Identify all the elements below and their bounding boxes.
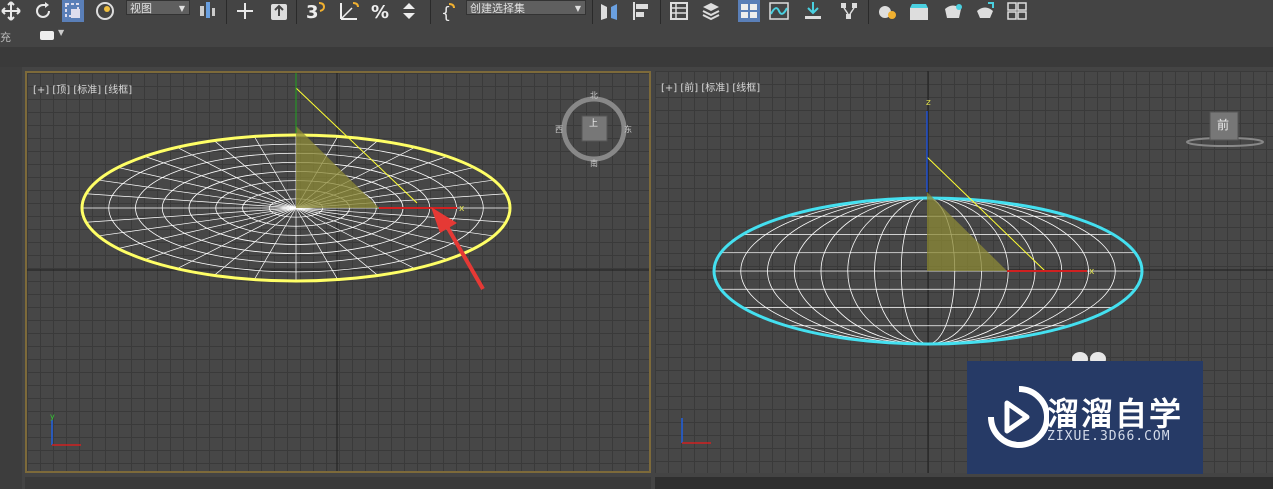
chevron-down-icon[interactable]: ▼ — [58, 28, 64, 37]
svg-text:x: x — [459, 204, 465, 214]
undo-icon[interactable] — [32, 0, 54, 22]
curve-editor-icon[interactable] — [768, 0, 790, 22]
chevron-down-icon: ▼ — [574, 4, 581, 13]
viewcube-face[interactable]: 前 — [1217, 116, 1229, 133]
move-icon[interactable] — [0, 0, 22, 22]
spinner-snap-icon[interactable] — [398, 0, 420, 22]
snap-3d-icon[interactable]: 3 — [304, 0, 326, 23]
toolbar-divider — [226, 0, 227, 24]
material-editor-icon[interactable] — [876, 0, 898, 22]
select-manipulate-icon[interactable] — [94, 0, 116, 22]
wire-spoke — [144, 207, 297, 260]
toolbar-divider — [868, 0, 869, 24]
viewport-bottom-right[interactable] — [655, 477, 1273, 489]
mirror-icon[interactable] — [598, 0, 620, 22]
dependency-icon[interactable] — [838, 0, 860, 22]
svg-text:x: x — [1089, 267, 1095, 277]
viewport-bottom-left[interactable] — [25, 477, 651, 489]
percent-snap-icon[interactable]: % — [370, 0, 392, 23]
viewcube-east: 东 — [624, 125, 632, 134]
viewcube[interactable] — [561, 96, 627, 162]
viewport-top[interactable]: x y [+] [顶] [标准] [线框] 上 北 南 西 东 — [25, 71, 651, 473]
render-cloud-icon[interactable] — [974, 0, 996, 22]
select-region-icon[interactable] — [62, 0, 84, 22]
scene-explorer-icon[interactable] — [668, 0, 690, 22]
svg-text:3: 3 — [306, 2, 319, 22]
render-icon[interactable] — [942, 0, 964, 22]
ribbon-band — [0, 47, 1273, 67]
wire-spoke — [98, 179, 297, 209]
place-icon[interactable] — [268, 0, 290, 22]
view-combo[interactable]: 视图 ▼ — [126, 0, 190, 15]
row-label: 充 — [0, 31, 11, 44]
toolbar-divider — [592, 0, 593, 24]
render-setup-icon[interactable] — [908, 0, 930, 22]
main-toolbar: 视图 ▼ 3 % { 创建选择集 ▼ — [0, 0, 1273, 24]
svg-text:y: y — [50, 412, 55, 421]
wire-spoke — [144, 156, 297, 209]
watermark-logo-icon — [988, 386, 1049, 448]
display-toggle-icon[interactable] — [40, 31, 54, 40]
viewcube-face[interactable]: 上 — [589, 116, 598, 129]
left-panel-strip — [0, 67, 22, 489]
toolbar-divider — [660, 0, 661, 24]
toggle-ribbon-icon[interactable] — [738, 0, 760, 22]
view-combo-label: 视图 — [130, 2, 152, 15]
viewport-label[interactable]: [+] [顶] [标准] [线框] — [33, 81, 132, 96]
watermark-url: ZIXUE.3D66.COM — [1047, 429, 1171, 444]
chevron-down-icon: ▼ — [178, 4, 185, 13]
pivot-icon[interactable] — [196, 0, 218, 22]
wire-spoke — [98, 207, 297, 237]
align-icon[interactable] — [630, 0, 652, 22]
schematic-view-icon[interactable] — [802, 0, 824, 22]
selection-set-combo[interactable]: 创建选择集 ▼ — [466, 0, 586, 15]
z-axis-label: z — [926, 98, 931, 108]
toolbar-divider — [296, 0, 297, 24]
svg-text:%: % — [371, 2, 389, 22]
viewcube-north: 北 — [590, 91, 598, 100]
svg-text:{: { — [441, 3, 451, 22]
viewcube-west: 西 — [555, 125, 563, 134]
viewport-label[interactable]: [+] [前] [标准] [线框] — [661, 79, 760, 94]
light-cone — [927, 192, 1007, 271]
angle-snap-icon[interactable] — [338, 0, 360, 22]
wire-spoke — [295, 207, 448, 260]
layer-explorer-icon[interactable] — [700, 0, 722, 22]
annotation-arrow — [443, 222, 485, 290]
render-grid-icon[interactable] — [1006, 0, 1028, 22]
edit-named-sets-icon[interactable]: { — [440, 0, 462, 22]
watermark: 溜溜自学 ZIXUE.3D66.COM — [967, 361, 1203, 474]
viewcube-south: 南 — [590, 159, 598, 168]
selection-set-label: 创建选择集 — [470, 2, 525, 15]
toolbar-divider — [430, 0, 431, 24]
select-move-icon[interactable] — [234, 0, 256, 22]
secondary-toolbar: 充 ▼ — [0, 25, 1273, 47]
